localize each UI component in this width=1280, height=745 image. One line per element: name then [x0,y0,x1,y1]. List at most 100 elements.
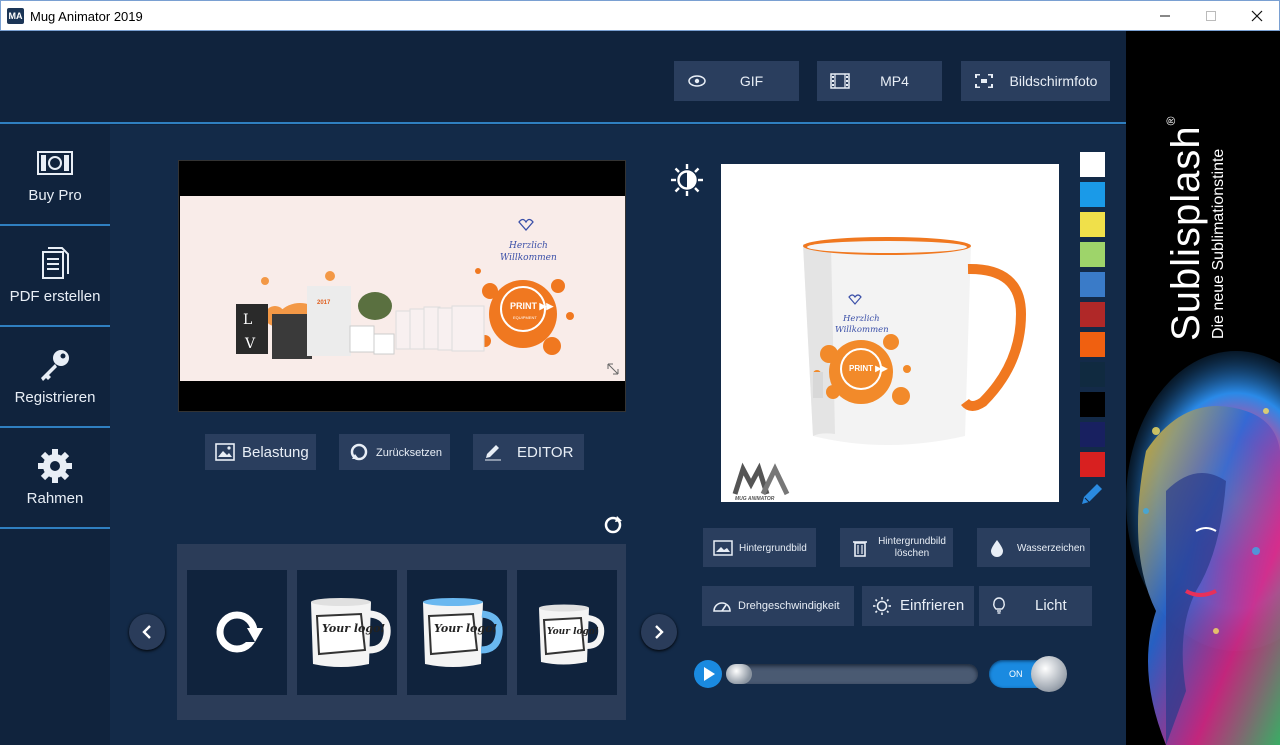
slider-thumb[interactable] [726,664,752,684]
freeze-button[interactable]: Einfrieren [862,586,974,626]
sun-icon [873,597,891,615]
carousel-prev-button[interactable] [129,614,165,650]
minimize-button[interactable] [1142,1,1188,31]
rotation-speed-button[interactable]: Drehgeschwindigkeit [702,586,854,626]
svg-text:V: V [244,336,256,352]
brightness-icon[interactable] [670,163,704,197]
swatch-yellow[interactable] [1080,212,1105,237]
mug-3d-view[interactable]: PRINT ▶▶ Herzlich Willkommen MUG ANIMATO… [721,164,1059,502]
watermark-label: Wasserzeichen [1017,543,1085,554]
mug-heading-2: Willkommen [835,325,889,335]
carousel-thumb-text: Your logo! [547,627,599,637]
preview-banner-image: PRINT ▶▶ EQUIPMENT Herzlich Willkommen L… [180,196,625,381]
chevron-left-icon [142,625,151,639]
watermark-button[interactable]: Wasserzeichen [977,528,1090,567]
swatch-orange[interactable] [1080,332,1105,357]
carousel-mug-blue[interactable]: Your logo! [407,570,507,695]
swatch-black[interactable] [1080,392,1105,417]
mp4-label: MP4 [880,73,909,89]
sidebar: Buy Pro PDF erstellen Registrieren Rahme… [0,125,110,745]
swatch-blue[interactable] [1080,272,1105,297]
app-logo-icon: MA [7,8,24,24]
gif-label: GIF [739,73,764,89]
title-bar: MA Mug Animator 2019 [0,0,1280,31]
carousel-mug-white[interactable]: Your logo! [297,570,397,695]
refresh-icon[interactable] [602,514,624,536]
delete-background-button[interactable]: Hintergrundbild löschen [840,528,953,567]
light-bulb-icon [993,597,1005,614]
image-icon [713,540,733,556]
ad-tagline: Die neue Sublimationstinte [1210,148,1227,339]
sidebar-item-label: Buy Pro [28,187,82,204]
auto-rotate-toggle[interactable]: ON [989,656,1067,692]
water-drop-icon [991,540,1003,557]
toggle-label: ON [1009,669,1023,679]
window-title: Mug Animator 2019 [30,9,143,24]
delete-background-label-2: löschen [894,548,930,559]
app-window: MA Mug Animator 2019 GIF MP4 Bildschirmf… [0,0,1280,745]
carousel-thumb-text: Your logo! [434,622,497,635]
close-button[interactable] [1234,1,1280,31]
preview-badge-text: PRINT ▶▶ [510,301,554,311]
close-icon [1251,10,1263,22]
swatch-dark-teal[interactable] [1080,362,1105,387]
background-image-button[interactable]: Hintergrundbild [703,528,816,567]
ad-brand: Sublisplash® [1164,116,1208,341]
mug-handle [961,263,1027,411]
carousel-mug-small[interactable]: Your logo! [517,570,617,695]
swatch-dark-red[interactable] [1080,302,1105,327]
watermark-logo: MUG ANIMATOR [732,462,790,502]
mug-badge-text: PRINT ▶▶ [849,364,888,373]
preview-heading-2: Willkommen [500,253,557,263]
sublisplash-advertisement[interactable]: Sublisplash® Die neue Sublimationstinte [1126,31,1280,745]
custom-color-pencil-icon[interactable] [1079,481,1105,507]
sidebar-item-pdf[interactable]: PDF erstellen [0,226,110,327]
delete-background-label-1: Hintergrundbild [878,536,946,547]
sidebar-item-register[interactable]: Registrieren [0,327,110,428]
maximize-icon [1206,11,1216,21]
animation-progress-slider[interactable] [726,664,978,684]
money-icon [37,151,73,175]
mp4-button[interactable]: MP4 [817,61,942,101]
swatch-navy[interactable] [1080,422,1105,447]
swatch-green[interactable] [1080,242,1105,267]
carousel-next-button[interactable] [641,614,677,650]
swatch-light-blue[interactable] [1080,182,1105,207]
screenshot-label: Bildschirmfoto [1009,73,1098,89]
reset-icon [350,443,368,461]
toggle-knob [1031,656,1067,692]
light-button[interactable]: Licht [979,586,1092,626]
upload-button[interactable]: Belastung [205,434,316,470]
pencil-icon [485,445,501,461]
minimize-icon [1160,15,1170,17]
svg-text:L: L [243,312,252,328]
preview-year: 2017 [317,300,331,306]
sidebar-item-label: Rahmen [26,490,84,507]
mug-carousel: Your logo! Your logo! Your logo! [177,544,626,720]
design-preview[interactable]: PRINT ▶▶ EQUIPMENT Herzlich Willkommen L… [178,160,626,412]
sidebar-item-buy-pro[interactable]: Buy Pro [0,125,110,226]
play-button[interactable] [693,659,723,689]
gear-icon [38,449,72,483]
editor-button[interactable]: EDITOR [473,434,584,470]
reset-label: Zurücksetzen [376,447,443,459]
gif-button[interactable]: GIF [674,61,799,101]
swatch-red[interactable] [1080,452,1105,477]
preview-badge-sub: EQUIPMENT [513,315,537,320]
watermark-text: MUG ANIMATOR [735,496,775,502]
swatch-white[interactable] [1080,152,1105,177]
rotate-icon [216,611,264,653]
rotation-speed-label: Drehgeschwindigkeit [738,600,840,612]
image-icon [215,443,235,461]
sidebar-item-label: PDF erstellen [9,288,101,305]
trash-icon [853,541,867,557]
maximize-button[interactable] [1188,1,1234,31]
sidebar-item-label: Registrieren [14,389,96,406]
sidebar-item-frame[interactable]: Rahmen [0,428,110,529]
document-icon [42,247,69,279]
upload-label: Belastung [242,444,309,461]
carousel-rotate-thumb[interactable] [187,570,287,695]
reset-button[interactable]: Zurücksetzen [339,434,450,470]
screenshot-button[interactable]: Bildschirmfoto [961,61,1110,101]
chevron-right-icon [655,625,664,639]
